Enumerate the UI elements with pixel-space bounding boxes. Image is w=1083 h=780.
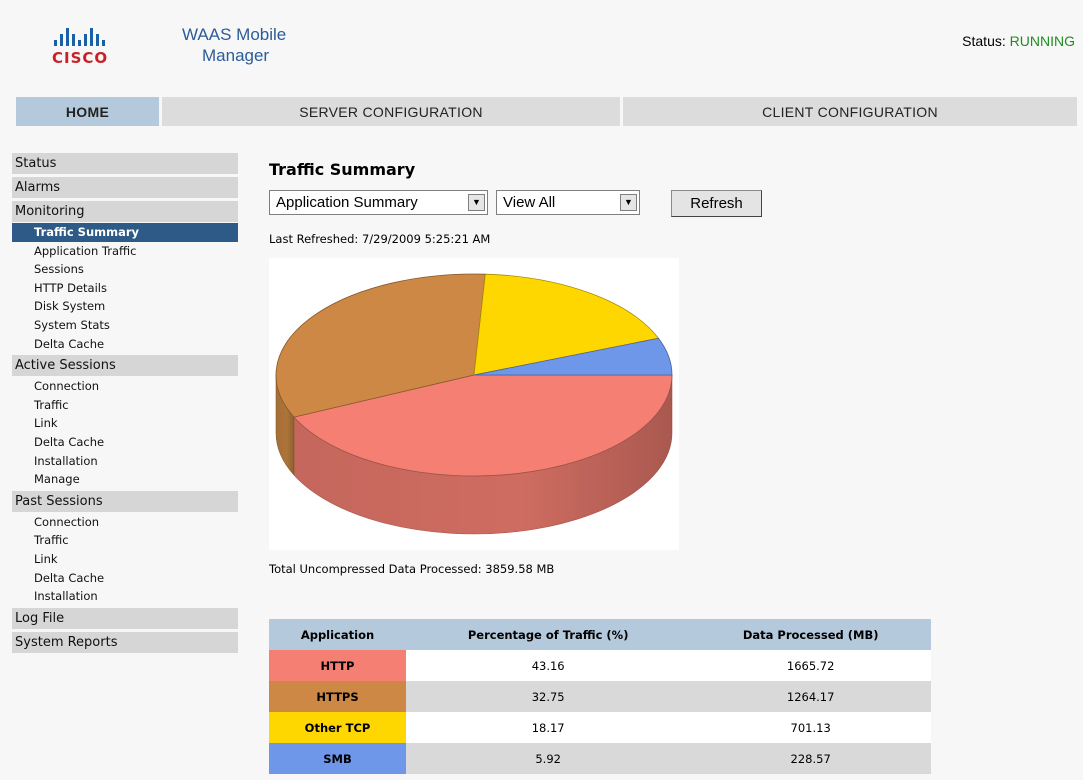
sidebar: Status Alarms Monitoring Traffic Summary… xyxy=(12,153,238,656)
sidebar-item-system-stats[interactable]: System Stats xyxy=(12,316,238,335)
sidebar-item-alarms[interactable]: Alarms xyxy=(12,177,238,198)
sidebar-item-active-link[interactable]: Link xyxy=(12,414,238,433)
application-cell: HTTP xyxy=(269,650,406,681)
traffic-pie-chart xyxy=(269,258,679,550)
last-refreshed: Last Refreshed: 7/29/2009 5:25:21 AM xyxy=(269,232,491,246)
page-title: Traffic Summary xyxy=(269,160,416,179)
tab-home[interactable]: HOME xyxy=(16,97,159,126)
sidebar-group-active-sessions: Active Sessions Connection Traffic Link … xyxy=(12,355,238,489)
sidebar-item-status[interactable]: Status xyxy=(12,153,238,174)
percentage-cell: 5.92 xyxy=(406,743,691,774)
summary-type-select-value: Application Summary xyxy=(276,194,418,211)
table-header-row: Application Percentage of Traffic (%) Da… xyxy=(269,619,931,650)
data-processed-cell: 1264.17 xyxy=(690,681,931,712)
sidebar-item-active-traffic[interactable]: Traffic xyxy=(12,396,238,415)
tab-server-configuration[interactable]: SERVER CONFIGURATION xyxy=(162,97,620,126)
sidebar-item-traffic-summary[interactable]: Traffic Summary xyxy=(12,223,238,242)
tab-client-configuration[interactable]: CLIENT CONFIGURATION xyxy=(623,97,1077,126)
column-header-application: Application xyxy=(269,619,406,650)
sidebar-group-monitoring: Monitoring Traffic Summary Application T… xyxy=(12,201,238,353)
sidebar-item-delta-cache[interactable]: Delta Cache xyxy=(12,335,238,354)
sidebar-item-sessions[interactable]: Sessions xyxy=(12,260,238,279)
chevron-down-icon[interactable]: ▼ xyxy=(620,194,637,211)
application-cell: HTTPS xyxy=(269,681,406,712)
view-filter-select[interactable]: View All ▼ xyxy=(496,190,640,215)
sidebar-item-past-delta-cache[interactable]: Delta Cache xyxy=(12,569,238,588)
sidebar-item-application-traffic[interactable]: Application Traffic xyxy=(12,242,238,261)
sidebar-item-active-delta-cache[interactable]: Delta Cache xyxy=(12,433,238,452)
data-processed-cell: 228.57 xyxy=(690,743,931,774)
sidebar-item-active-sessions[interactable]: Active Sessions xyxy=(12,355,238,377)
table-row: SMB 5.92 228.57 xyxy=(269,743,931,774)
data-processed-cell: 1665.72 xyxy=(690,650,931,681)
percentage-cell: 32.75 xyxy=(406,681,691,712)
table-row: Other TCP 18.17 701.13 xyxy=(269,712,931,743)
sidebar-group-past-sessions: Past Sessions Connection Traffic Link De… xyxy=(12,490,238,606)
app-title-line1: WAAS Mobile xyxy=(182,25,287,44)
percentage-cell: 43.16 xyxy=(406,650,691,681)
table-row: HTTP 43.16 1665.72 xyxy=(269,650,931,681)
sidebar-item-disk-system[interactable]: Disk System xyxy=(12,297,238,316)
system-status: Status: RUNNING xyxy=(962,33,1075,49)
traffic-pie-chart-svg xyxy=(275,273,673,535)
cisco-logo-bars-icon xyxy=(54,26,147,46)
top-navigation: HOME SERVER CONFIGURATION CLIENT CONFIGU… xyxy=(16,97,1077,126)
sidebar-item-past-sessions[interactable]: Past Sessions xyxy=(12,490,238,512)
total-data-processed: Total Uncompressed Data Processed: 3859.… xyxy=(269,562,555,576)
sidebar-item-past-installation[interactable]: Installation xyxy=(12,587,238,606)
sidebar-item-log-file[interactable]: Log File xyxy=(12,607,238,629)
sidebar-item-system-reports[interactable]: System Reports xyxy=(12,631,238,653)
sidebar-item-monitoring[interactable]: Monitoring xyxy=(12,201,238,222)
sidebar-item-active-connection[interactable]: Connection xyxy=(12,377,238,396)
refresh-button[interactable]: Refresh xyxy=(671,190,762,217)
sidebar-item-http-details[interactable]: HTTP Details xyxy=(12,279,238,298)
data-processed-cell: 701.13 xyxy=(690,712,931,743)
app-title-line2: Manager xyxy=(202,46,270,65)
summary-type-select[interactable]: Application Summary ▼ xyxy=(269,190,488,215)
column-header-percentage: Percentage of Traffic (%) xyxy=(406,619,691,650)
application-cell: SMB xyxy=(269,743,406,774)
table-row: HTTPS 32.75 1264.17 xyxy=(269,681,931,712)
status-value: RUNNING xyxy=(1009,33,1075,49)
sidebar-item-past-connection[interactable]: Connection xyxy=(12,513,238,532)
sidebar-item-past-traffic[interactable]: Traffic xyxy=(12,531,238,550)
sidebar-item-active-installation[interactable]: Installation xyxy=(12,452,238,471)
sidebar-item-active-manage[interactable]: Manage xyxy=(12,470,238,489)
sidebar-item-past-link[interactable]: Link xyxy=(12,550,238,569)
cisco-logo-text: CISCO xyxy=(52,49,109,67)
column-header-data-processed: Data Processed (MB) xyxy=(690,619,931,650)
app-title: WAAS Mobile Manager xyxy=(182,24,286,66)
cisco-logo: CISCO xyxy=(52,26,147,76)
percentage-cell: 18.17 xyxy=(406,712,691,743)
status-label: Status: xyxy=(962,33,1006,49)
traffic-summary-table: Application Percentage of Traffic (%) Da… xyxy=(269,619,931,774)
chevron-down-icon[interactable]: ▼ xyxy=(468,194,485,211)
application-cell: Other TCP xyxy=(269,712,406,743)
view-filter-select-value: View All xyxy=(503,194,556,211)
